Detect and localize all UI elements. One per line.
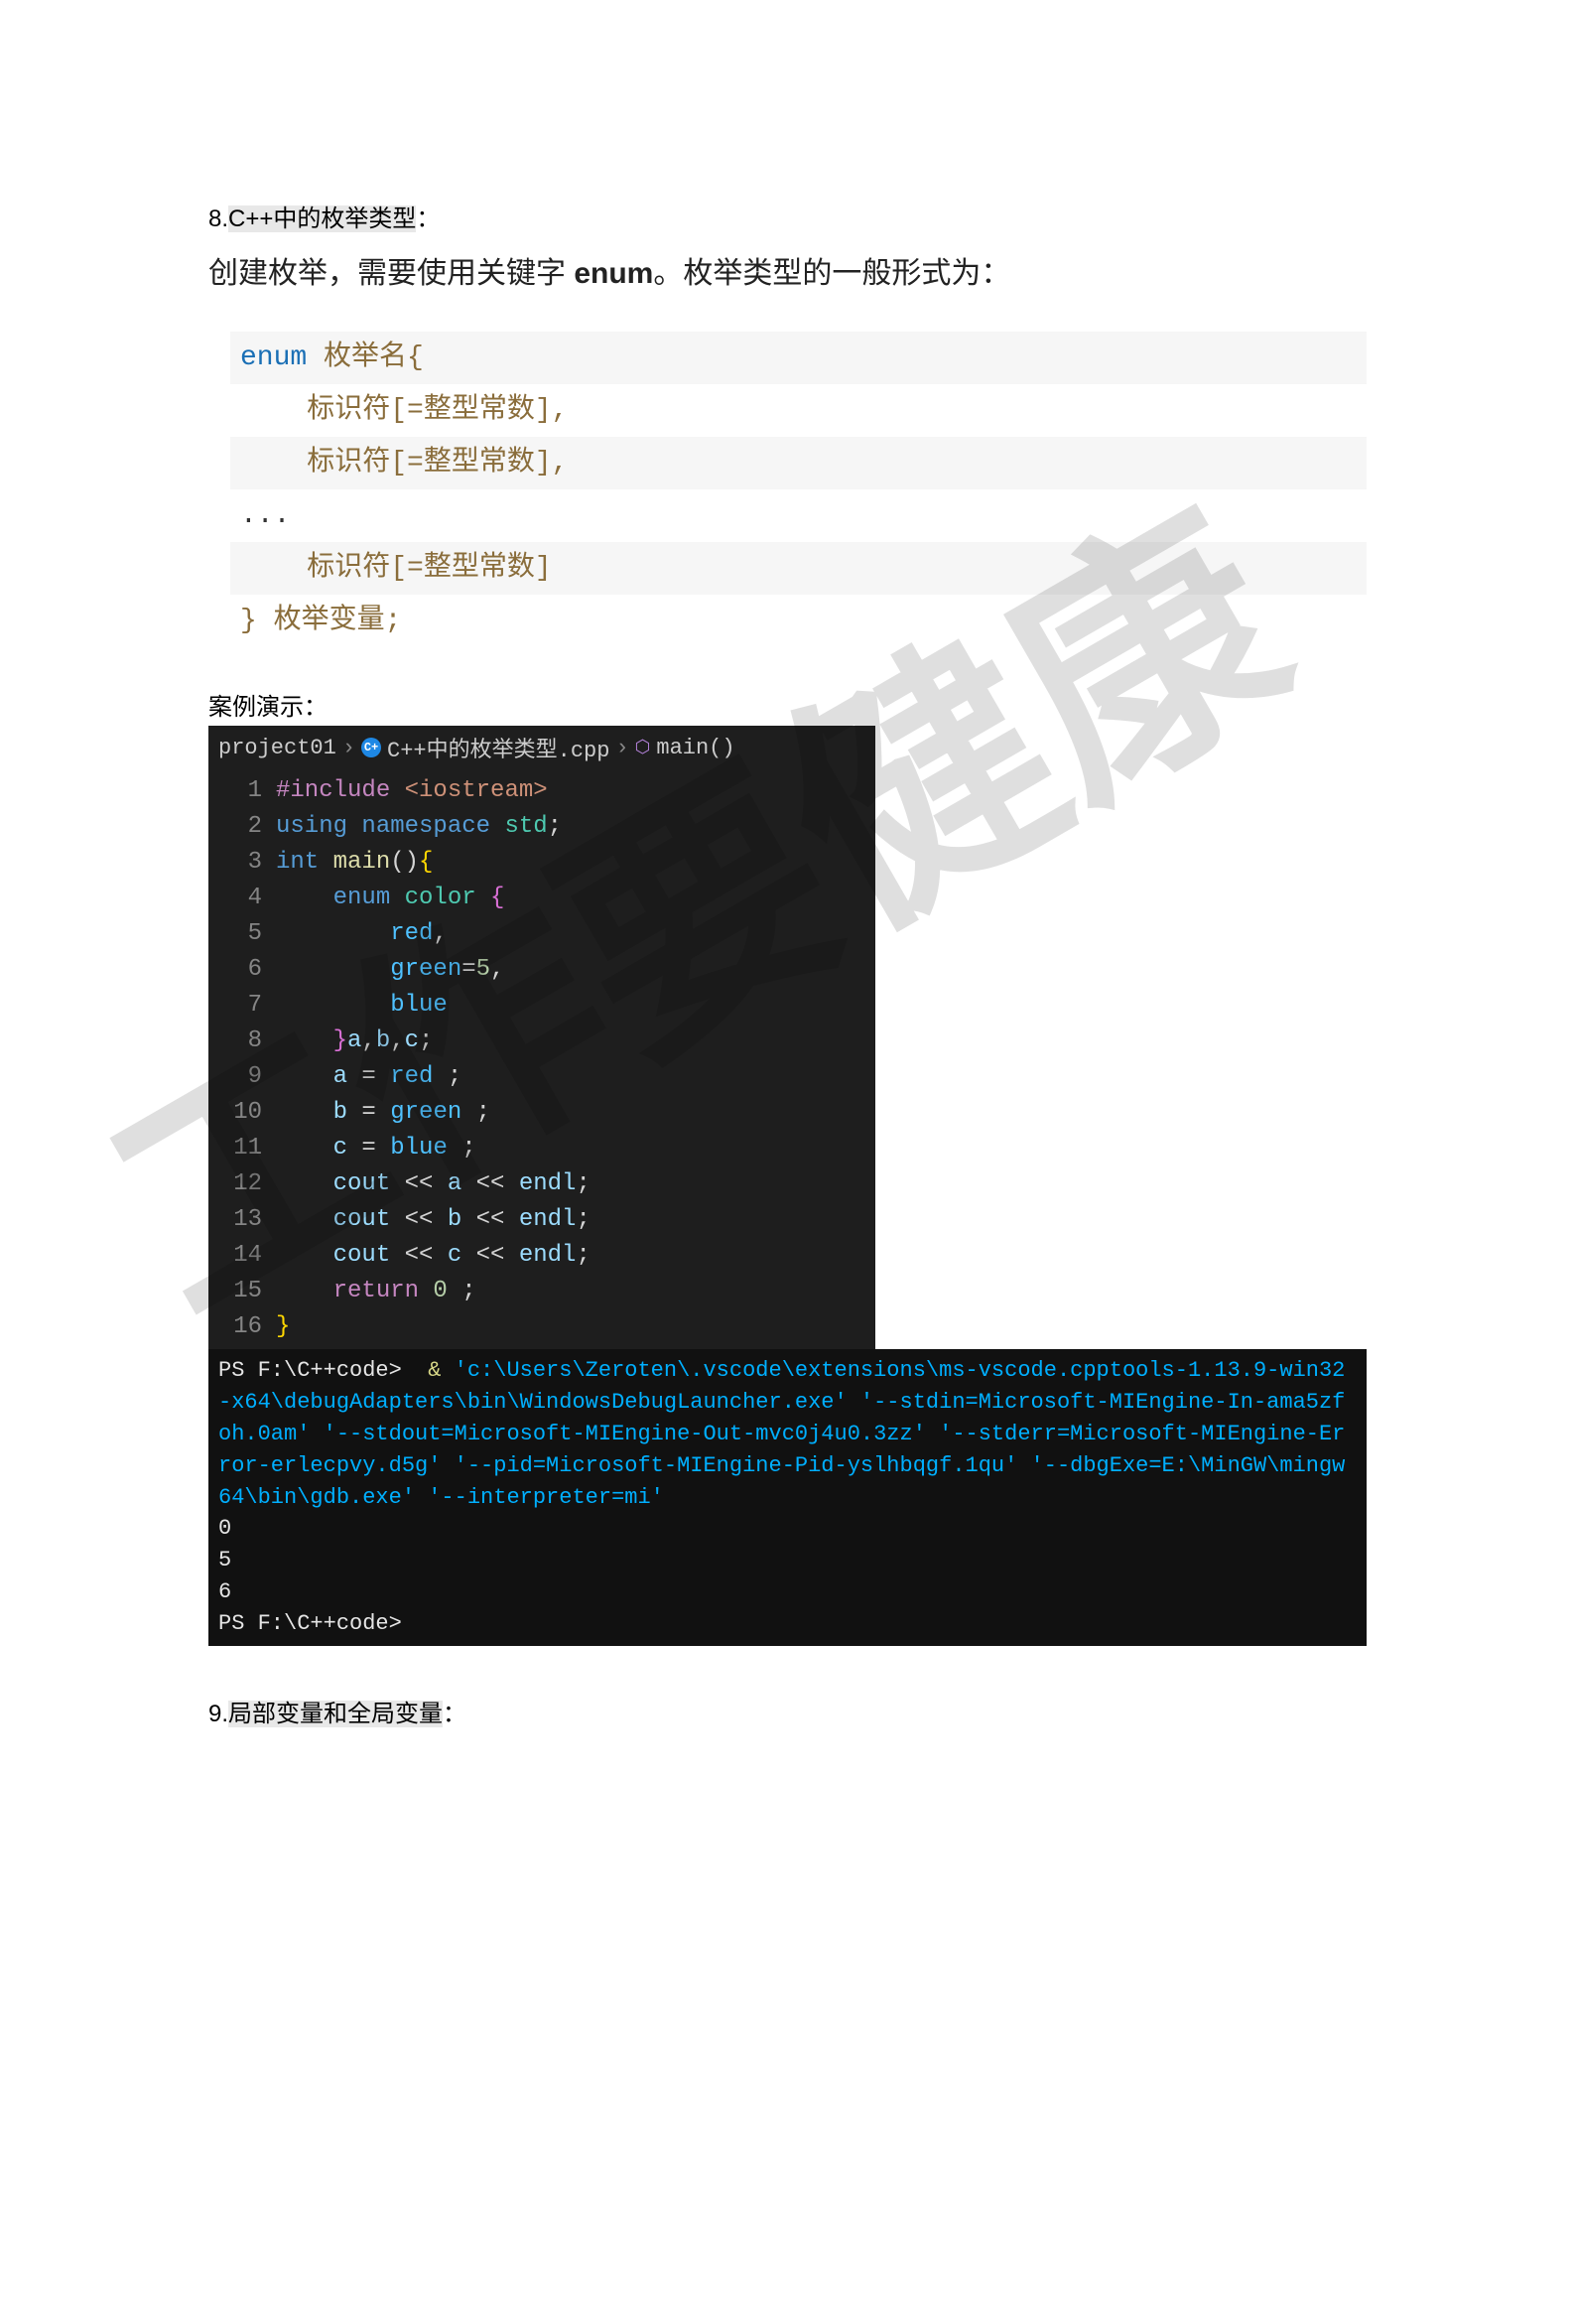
code-editor: project01 › C+ C++中的枚举类型.cpp › ⬡ main() … (208, 726, 875, 1349)
section-8-heading: 8.C++中的枚举类型： (208, 199, 1367, 233)
code-body[interactable]: 1 2 3 4 5 6 7 8 9 10 11 12 13 14 15 16 #… (208, 769, 875, 1349)
code-line: return 0 ; (276, 1274, 591, 1309)
line-number: 2 (212, 809, 262, 845)
line-number: 10 (212, 1095, 262, 1131)
symbol-method-icon: ⬡ (635, 737, 651, 758)
enum-syntax-box: enum 枚举名{ 标识符[=整型常数], 标识符[=整型常数], ... 标识… (230, 332, 1367, 647)
syntax-line: } 枚举变量; (230, 595, 1367, 647)
code-line: }a,b,c; (276, 1024, 591, 1059)
syntax-ellipsis: ... (240, 500, 290, 531)
terminal-prompt: PS F:\C++code> (218, 1611, 402, 1636)
terminal-prompt: PS F:\C++code> (218, 1358, 428, 1383)
breadcrumb-sep-icon: › (342, 736, 355, 760)
cpp-file-icon: C+ (361, 738, 381, 757)
syntax-closing: } 枚举变量; (240, 606, 401, 636)
line-number: 15 (212, 1274, 262, 1309)
code-line: blue (276, 988, 591, 1024)
section-8-suffix: ： (416, 205, 440, 232)
syntax-line: 标识符[=整型常数], (230, 384, 1367, 437)
code-line: a = red ; (276, 1059, 591, 1095)
editor-breadcrumb: project01 › C+ C++中的枚举类型.cpp › ⬡ main() (208, 726, 875, 769)
desc-keyword: enum (574, 257, 653, 290)
line-number: 5 (212, 916, 262, 952)
code-line: green=5, (276, 952, 591, 988)
line-number: 12 (212, 1166, 262, 1202)
code-line: using namespace std; (276, 809, 591, 845)
terminal-output[interactable]: PS F:\C++code> & 'c:\Users\Zeroten\.vsco… (208, 1349, 1367, 1646)
line-number: 4 (212, 881, 262, 916)
line-number: 11 (212, 1131, 262, 1166)
line-number: 14 (212, 1238, 262, 1274)
section-8-description: 创建枚举，需要使用关键字 enum。枚举类型的一般形式为： (208, 248, 1367, 292)
terminal-out-line: 0 (218, 1516, 231, 1541)
line-number-gutter: 1 2 3 4 5 6 7 8 9 10 11 12 13 14 15 16 (208, 769, 276, 1349)
syntax-line: 标识符[=整型常数] (230, 542, 1367, 595)
line-number: 16 (212, 1309, 262, 1345)
breadcrumb-folder[interactable]: project01 (218, 736, 336, 760)
desc-post: 。枚举类型的一般形式为： (653, 257, 1010, 290)
breadcrumb-sep-icon: › (615, 736, 628, 760)
code-line: } (276, 1309, 591, 1345)
breadcrumb-file[interactable]: C++中的枚举类型.cpp (387, 732, 609, 763)
section-9-heading: 9.局部变量和全局变量： (208, 1694, 1367, 1728)
code-line: c = blue ; (276, 1131, 591, 1166)
code-line: enum color { (276, 881, 591, 916)
syntax-identifier-1: 标识符[=整型常数], (307, 395, 568, 426)
section-9-prefix: 9. (208, 1701, 228, 1727)
line-number: 8 (212, 1024, 262, 1059)
code-content[interactable]: #include <iostream> using namespace std;… (276, 769, 600, 1349)
terminal-out-line: 5 (218, 1548, 231, 1572)
syntax-enum-name: 枚举名{ (307, 342, 424, 373)
syntax-line: 标识符[=整型常数], (230, 437, 1367, 489)
code-line: cout << c << endl; (276, 1238, 591, 1274)
section-9-suffix: ： (443, 1701, 466, 1727)
syntax-identifier-2: 标识符[=整型常数], (307, 448, 568, 478)
terminal-amp: & (428, 1358, 441, 1383)
line-number: 7 (212, 988, 262, 1024)
code-line: cout << a << endl; (276, 1166, 591, 1202)
section-9-title: 局部变量和全局变量 (228, 1701, 443, 1727)
line-number: 13 (212, 1202, 262, 1238)
section-8-prefix: 8. (208, 205, 228, 232)
line-number: 9 (212, 1059, 262, 1095)
code-line: #include <iostream> (276, 773, 591, 809)
line-number: 3 (212, 845, 262, 881)
code-line: b = green ; (276, 1095, 591, 1131)
section-8-title: C++中的枚举类型 (228, 205, 416, 232)
syntax-line: enum 枚举名{ (230, 332, 1367, 384)
demo-label: 案例演示： (208, 687, 1367, 722)
syntax-line: ... (230, 489, 1367, 542)
breadcrumb-symbol[interactable]: main() (656, 736, 734, 760)
syntax-identifier-n: 标识符[=整型常数] (307, 553, 551, 584)
code-line: int main(){ (276, 845, 591, 881)
code-line: cout << b << endl; (276, 1202, 591, 1238)
line-number: 1 (212, 773, 262, 809)
code-line: red, (276, 916, 591, 952)
desc-pre: 创建枚举，需要使用关键字 (208, 257, 574, 290)
terminal-out-line: 6 (218, 1579, 231, 1604)
line-number: 6 (212, 952, 262, 988)
syntax-kw-enum: enum (240, 342, 307, 373)
